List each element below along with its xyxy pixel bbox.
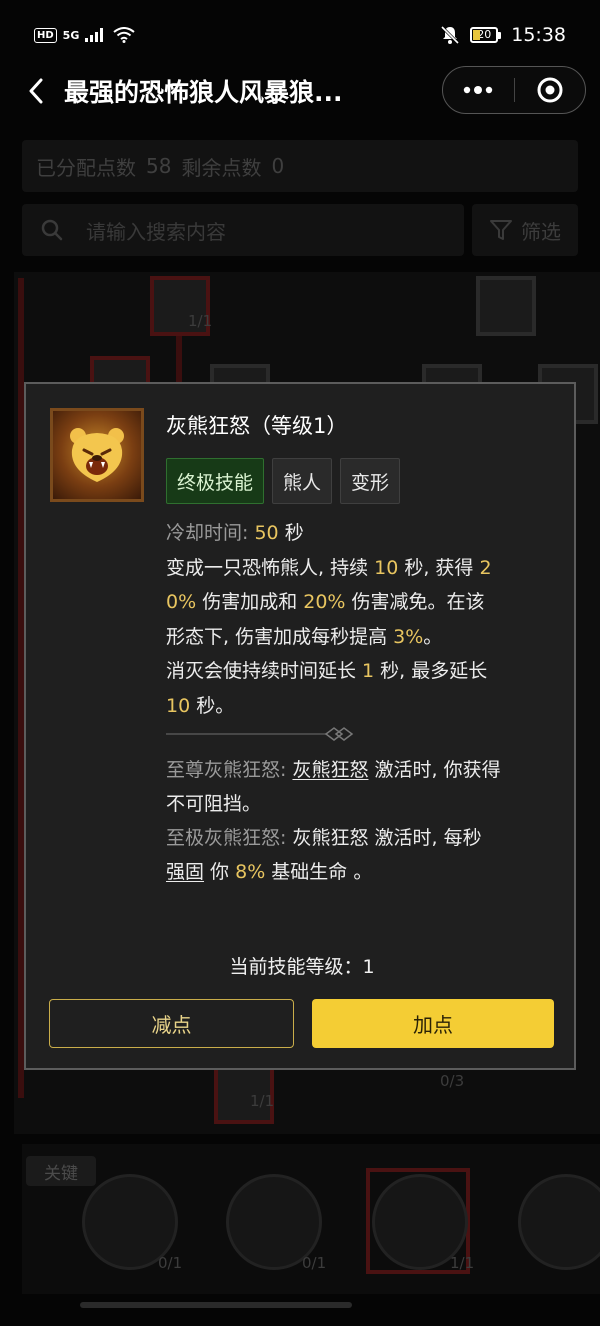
desc-line: 变成一只恐怖熊人, 持续 10 秒, 获得 2 [166, 556, 492, 579]
desc-line: 形态下, 伤害加成每秒提高 3%。 [166, 625, 443, 648]
status-left: HD 5G [34, 27, 135, 43]
skill-description: 冷却时间: 50 秒 变成一只恐怖熊人, 持续 10 秒, 获得 2 0% 伤害… [166, 516, 558, 723]
wifi-icon [113, 27, 135, 43]
filter-button[interactable]: 筛选 [472, 204, 578, 256]
points-summary: 已分配点数 58 剩余点数 0 [22, 140, 578, 192]
bear-head-icon [70, 428, 124, 482]
horizontal-scrollbar[interactable] [80, 1302, 352, 1308]
battery-level: 20 [470, 27, 499, 43]
close-miniapp-button[interactable] [515, 67, 586, 113]
upgrade-prime: 至极灰熊狂怒: 灰熊狂怒 激活时, 每秒 [166, 827, 482, 849]
tag-werebear: 熊人 [272, 458, 333, 504]
more-dots-icon [464, 86, 493, 94]
chevron-left-icon [29, 78, 43, 104]
search-placeholder: 请输入搜索内容 [86, 219, 226, 244]
remaining-value: 0 [271, 154, 285, 178]
skill-tags: 终极技能 熊人 变形 [166, 458, 401, 504]
node-rank: 0/3 [440, 1072, 465, 1090]
status-bar: HD 5G 20 15:38 [0, 0, 600, 70]
upgrade-prime-line2: 强固 你 8% 基础生命 。 [166, 861, 373, 883]
add-point-button[interactable]: 加点 [312, 999, 554, 1048]
current-level-value: 1 [362, 956, 375, 978]
cooldown-label: 冷却时间: [166, 522, 249, 544]
more-button[interactable] [443, 67, 514, 113]
nav-bar: 最强的恐怖狼人风暴狼... [0, 62, 600, 120]
search-icon [41, 219, 63, 241]
node-rank: 0/1 [302, 1254, 327, 1272]
status-right: 20 15:38 [440, 24, 566, 46]
node-rank: 0/1 [158, 1254, 183, 1272]
desc-line: 0% 伤害加成和 20% 伤害减免。在该 [166, 591, 485, 613]
skill-upgrades: 至尊灰熊狂怒: 灰熊狂怒 激活时, 你获得 不可阻挡。 至极灰熊狂怒: 灰熊狂怒… [166, 753, 558, 889]
page-title: 最强的恐怖狼人风暴狼... [64, 78, 343, 107]
cooldown-line: 冷却时间: 50 秒 [166, 516, 558, 551]
skill-node[interactable] [476, 276, 536, 336]
keyword-fortify: 强固 [166, 861, 205, 883]
key-section-label: 关键 [26, 1156, 96, 1186]
remove-point-button[interactable]: 减点 [49, 999, 294, 1048]
linked-skill: 灰熊狂怒 [292, 759, 369, 781]
network-type: 5G [62, 28, 80, 42]
cooldown-value: 50 [254, 522, 279, 544]
clock: 15:38 [511, 24, 566, 46]
cooldown-unit: 秒 [284, 522, 304, 544]
node-rank: 1/1 [450, 1254, 475, 1272]
filter-icon [490, 220, 512, 240]
search-input[interactable]: 请输入搜索内容 [22, 204, 464, 256]
node-rank: 1/1 [188, 312, 213, 330]
desc-line: 10 秒。 [166, 694, 235, 717]
remaining-label: 剩余点数 [181, 155, 262, 180]
miniapp-capsule [442, 66, 586, 114]
filter-label: 筛选 [521, 219, 561, 244]
current-level-label: 当前技能等级： [229, 956, 363, 978]
back-button[interactable] [12, 66, 60, 116]
upgrade-supreme: 至尊灰熊狂怒: 灰熊狂怒 激活时, 你获得 [166, 759, 501, 781]
ornament-divider [166, 727, 354, 741]
tag-ultimate: 终极技能 [166, 458, 265, 504]
signal-icon [85, 28, 104, 42]
node-rank: 1/1 [250, 1092, 275, 1110]
hd-badge: HD [34, 27, 57, 43]
upgrade-supreme-line2: 不可阻挡。 [166, 793, 262, 815]
allocated-value: 58 [146, 154, 172, 178]
mute-bell-icon [441, 25, 460, 45]
allocated-label: 已分配点数 [36, 155, 136, 180]
target-circle-icon [537, 77, 563, 103]
skill-detail-popup: 灰熊狂怒（等级1） 终极技能 熊人 变形 冷却时间: 50 秒 变成一只恐怖熊人… [24, 382, 576, 1070]
desc-line: 消灭会使持续时间延长 1 秒, 最多延长 [166, 660, 488, 682]
current-skill-level: 当前技能等级：1 [26, 952, 578, 979]
tag-shapeshift: 变形 [340, 458, 401, 504]
skill-title: 灰熊狂怒（等级1） [166, 414, 348, 438]
bear-skill-icon [50, 408, 144, 502]
battery-icon: 20 [470, 27, 502, 43]
